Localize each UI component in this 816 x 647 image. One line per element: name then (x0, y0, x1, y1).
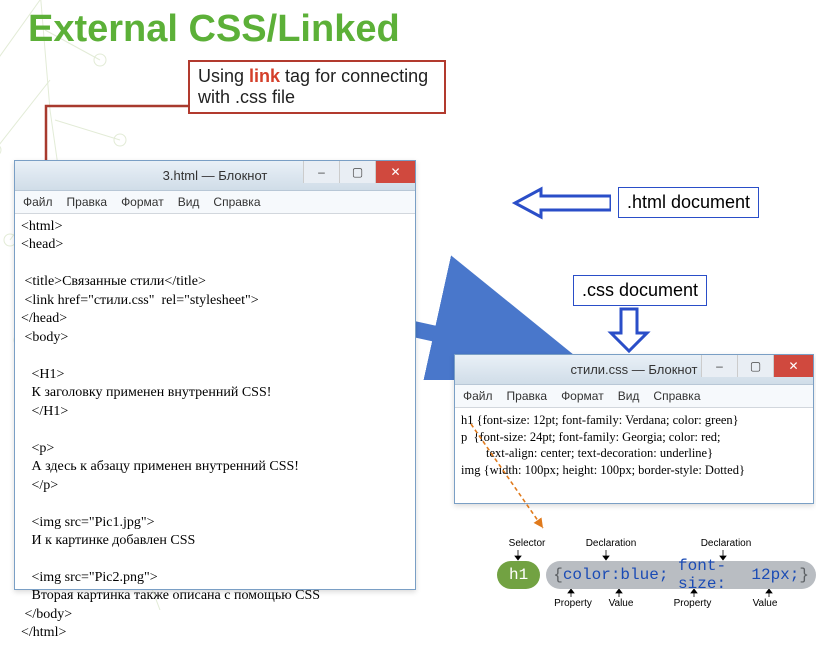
syntax-label-prop2: Property (645, 598, 740, 609)
syntax-label-val2: Value (740, 598, 790, 609)
callout-text: Using (198, 66, 249, 86)
syntax-prop1: color: (563, 566, 621, 584)
dashed-arrow-selector (465, 418, 555, 538)
minimize-button[interactable]: – (303, 161, 339, 183)
syntax-val2: 12px; (751, 566, 799, 584)
syntax-prop2: font-size: (678, 557, 751, 593)
close-button[interactable]: ✕ (375, 161, 415, 183)
notepad-html-window: 3.html — Блокнот – ▢ ✕ Файл Правка Форма… (14, 160, 416, 590)
css-syntax-example: h1 { color:blue; font-size:12px; } (497, 561, 816, 589)
maximize-button[interactable]: ▢ (339, 161, 375, 183)
syntax-val1: blue; (620, 566, 668, 584)
notepad-css-titlebar: стили.css — Блокнот – ▢ ✕ (455, 355, 813, 385)
label-css-doc: .css document (573, 275, 707, 306)
block-arrow-down (607, 307, 651, 355)
menu-edit[interactable]: Правка (507, 389, 548, 403)
menu-help[interactable]: Справка (653, 389, 700, 403)
notepad-html-menu: Файл Правка Формат Вид Справка (15, 191, 415, 214)
maximize-button[interactable]: ▢ (737, 355, 773, 377)
menu-view[interactable]: Вид (178, 195, 200, 209)
syntax-top-arrows (498, 548, 798, 562)
notepad-css-title: стили.css — Блокнот (570, 362, 697, 377)
notepad-html-body[interactable]: <html> <head> <title>Связанные стили</ti… (15, 214, 415, 647)
callout-link-tag: Using link tag for connecting with .css … (188, 60, 446, 114)
minimize-button[interactable]: – (701, 355, 737, 377)
close-button[interactable]: ✕ (773, 355, 813, 377)
menu-edit[interactable]: Правка (67, 195, 108, 209)
menu-file[interactable]: Файл (463, 389, 493, 403)
menu-help[interactable]: Справка (213, 195, 260, 209)
syntax-selector-pill: h1 (497, 561, 540, 589)
slide-title: External CSS/Linked (28, 8, 400, 51)
menu-view[interactable]: Вид (618, 389, 640, 403)
menu-file[interactable]: Файл (23, 195, 53, 209)
menu-format[interactable]: Формат (121, 195, 164, 209)
brace-open: { (553, 566, 563, 584)
block-arrow-left (511, 186, 611, 220)
notepad-html-title: 3.html — Блокнот (163, 168, 268, 183)
menu-format[interactable]: Формат (561, 389, 604, 403)
notepad-css-menu: Файл Правка Формат Вид Справка (455, 385, 813, 408)
notepad-html-titlebar: 3.html — Блокнот – ▢ ✕ (15, 161, 415, 191)
syntax-declaration-pill: { color:blue; font-size:12px; } (546, 561, 816, 589)
callout-highlight: link (249, 66, 280, 86)
label-html-doc: .html document (618, 187, 759, 218)
brace-close: } (799, 566, 809, 584)
syntax-label-prop1: Property (549, 598, 597, 609)
syntax-label-val1: Value (597, 598, 645, 609)
